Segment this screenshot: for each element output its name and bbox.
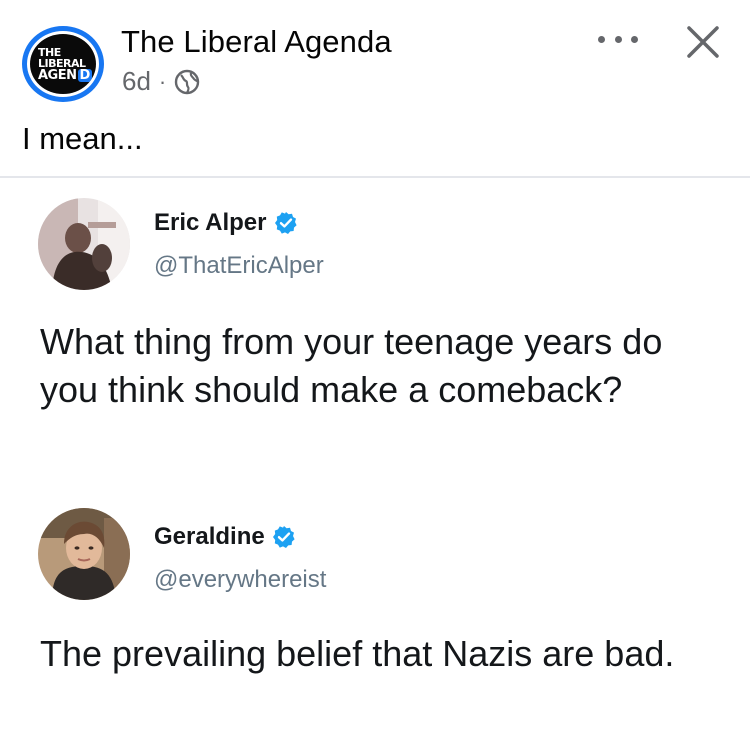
meta-separator: · <box>158 68 167 94</box>
tweet-author-handle[interactable]: @ThatEricAlper <box>154 252 324 280</box>
author-name-text: Geraldine <box>154 523 265 550</box>
tweet-text: What thing from your teenage years do yo… <box>40 321 663 410</box>
shared-image[interactable]: Eric Alper @ThatEricAlper What thing fro… <box>0 176 750 741</box>
author-name-text: Eric Alper <box>154 209 267 236</box>
more-dot <box>614 35 622 43</box>
close-icon[interactable] <box>683 22 723 62</box>
logo-line-liberal: LIBERAL <box>38 56 86 70</box>
post-caption: I mean... <box>22 121 143 156</box>
post-timestamp[interactable]: 6d <box>122 66 151 97</box>
page-logo: THE LIBERAL AGENDA <box>30 34 96 94</box>
globe-icon[interactable] <box>174 69 200 95</box>
tweet-author-handle[interactable]: @everywhereist <box>154 566 326 594</box>
tweet-author-name[interactable]: Geraldine <box>154 523 296 551</box>
more-dot <box>598 35 605 43</box>
post-meta: 6d · <box>122 66 200 97</box>
verified-badge-icon <box>274 211 298 235</box>
more-options-icon[interactable] <box>598 26 638 52</box>
more-dot <box>631 35 638 43</box>
logo-line-agenda: AGENDA <box>38 67 96 83</box>
page-name-link[interactable]: The Liberal Agenda <box>121 24 392 60</box>
tweet-avatar-geraldine <box>38 508 130 600</box>
logo-line-the: THE <box>38 45 61 59</box>
tweet-text: The prevailing belief that Nazis are bad… <box>40 633 675 674</box>
tweet-avatar-eric-alper <box>38 198 130 290</box>
verified-badge-icon <box>272 525 296 549</box>
facebook-post: THE LIBERAL AGENDA The Liberal Agenda 6d… <box>0 0 750 741</box>
page-avatar[interactable]: THE LIBERAL AGENDA <box>22 26 104 102</box>
tweet-author-name[interactable]: Eric Alper <box>154 209 298 237</box>
